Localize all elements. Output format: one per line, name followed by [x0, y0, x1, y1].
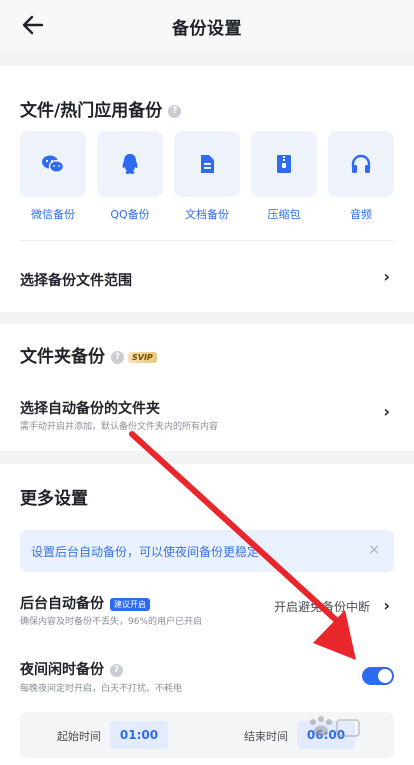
headphones-icon — [351, 154, 371, 173]
background-backup-label: 后台自动备份 建议开启 — [20, 593, 150, 613]
folder-backup-title: 文件夹备份 — [20, 347, 105, 367]
help-icon[interactable]: ? — [111, 350, 124, 364]
back-arrow-icon — [22, 15, 44, 35]
end-time-label: 结束时间 — [244, 730, 288, 743]
app-label: 压缩包 — [267, 208, 301, 221]
page-title: 备份设置 — [172, 18, 242, 39]
app-item-audio[interactable]: 音频 — [328, 131, 394, 222]
document-icon — [201, 155, 214, 173]
app-tile — [97, 131, 163, 197]
tip-banner[interactable]: 设置后台自动备份，可以使夜间备份更稳定 × — [20, 530, 394, 572]
auto-backup-folder-subtitle: 需手动开启并添加，默认备份文件夹内的所有内容 — [20, 422, 219, 432]
app-item-zip[interactable]: 压缩包 — [251, 131, 317, 222]
app-label: 文档备份 — [185, 208, 229, 221]
background-backup-subtitle: 确保内容及时备份不丢失，96%的用户已开启 — [20, 617, 203, 627]
close-icon[interactable]: × — [368, 542, 380, 558]
app-backup-grid: 微信备份 QQ备份 文档备份 压缩包 音频 — [20, 131, 394, 222]
more-settings-title: 更多设置 — [20, 489, 88, 509]
start-time-value[interactable]: 01:00 — [110, 721, 168, 749]
qq-icon — [122, 154, 138, 174]
hot-apps-title: 文件/热门应用备份 — [20, 101, 163, 121]
night-backup-title: 夜间闲时备份 — [20, 662, 104, 678]
app-label: QQ备份 — [110, 208, 150, 221]
app-tile — [251, 131, 317, 197]
auto-backup-folder-label: 选择自动备份的文件夹 — [20, 401, 160, 417]
background-backup-title: 后台自动备份 — [20, 596, 104, 612]
app-label: 音频 — [350, 208, 372, 221]
start-time-label: 起始时间 — [57, 730, 101, 743]
night-backup-toggle[interactable] — [362, 667, 394, 685]
folder-backup-card: 文件夹备份? SVIP 选择自动备份的文件夹 需手动开启并添加，默认备份文件夹内的… — [0, 324, 414, 451]
tip-text: 设置后台自动备份，可以使夜间备份更稳定 — [31, 544, 260, 559]
svip-badge: SVIP — [128, 351, 157, 363]
backup-range-label: 选择备份文件范围 — [20, 273, 132, 289]
chevron-right-icon: › — [383, 596, 390, 615]
app-tile — [174, 131, 240, 197]
app-item-wechat[interactable]: 微信备份 — [20, 131, 86, 222]
app-tile — [328, 131, 394, 197]
zip-icon — [277, 155, 291, 173]
folder-backup-section-title: 文件夹备份? SVIP — [20, 342, 157, 367]
night-backup-label: 夜间闲时备份? — [20, 659, 123, 679]
help-icon[interactable]: ? — [168, 104, 182, 118]
toggle-knob — [378, 669, 392, 683]
hot-apps-card: 文件/热门应用备份? 微信备份 QQ备份 文档备份 压缩包 音频 选择备份文件范… — [0, 66, 414, 312]
app-tile — [20, 131, 86, 197]
hot-apps-section-title: 文件/热门应用备份? — [20, 96, 182, 121]
app-label: 微信备份 — [31, 208, 75, 221]
chevron-right-icon: › — [383, 267, 390, 286]
chevron-right-icon: › — [383, 402, 390, 421]
divider — [20, 240, 394, 241]
night-backup-subtitle: 每晚夜间定时开启，白天不打扰、不耗电 — [20, 684, 183, 694]
recommend-badge: 建议开启 — [110, 597, 150, 611]
paw-logo-icon — [310, 716, 360, 737]
wechat-icon — [42, 155, 65, 174]
back-button[interactable] — [18, 10, 48, 40]
help-icon[interactable]: ? — [110, 663, 123, 677]
app-item-document[interactable]: 文档备份 — [174, 131, 240, 222]
top-bar: 备份设置 — [0, 0, 414, 52]
watermark — [303, 714, 363, 751]
app-item-qq[interactable]: QQ备份 — [97, 131, 163, 222]
background-backup-status: 开启避免备份中断 — [273, 600, 370, 614]
